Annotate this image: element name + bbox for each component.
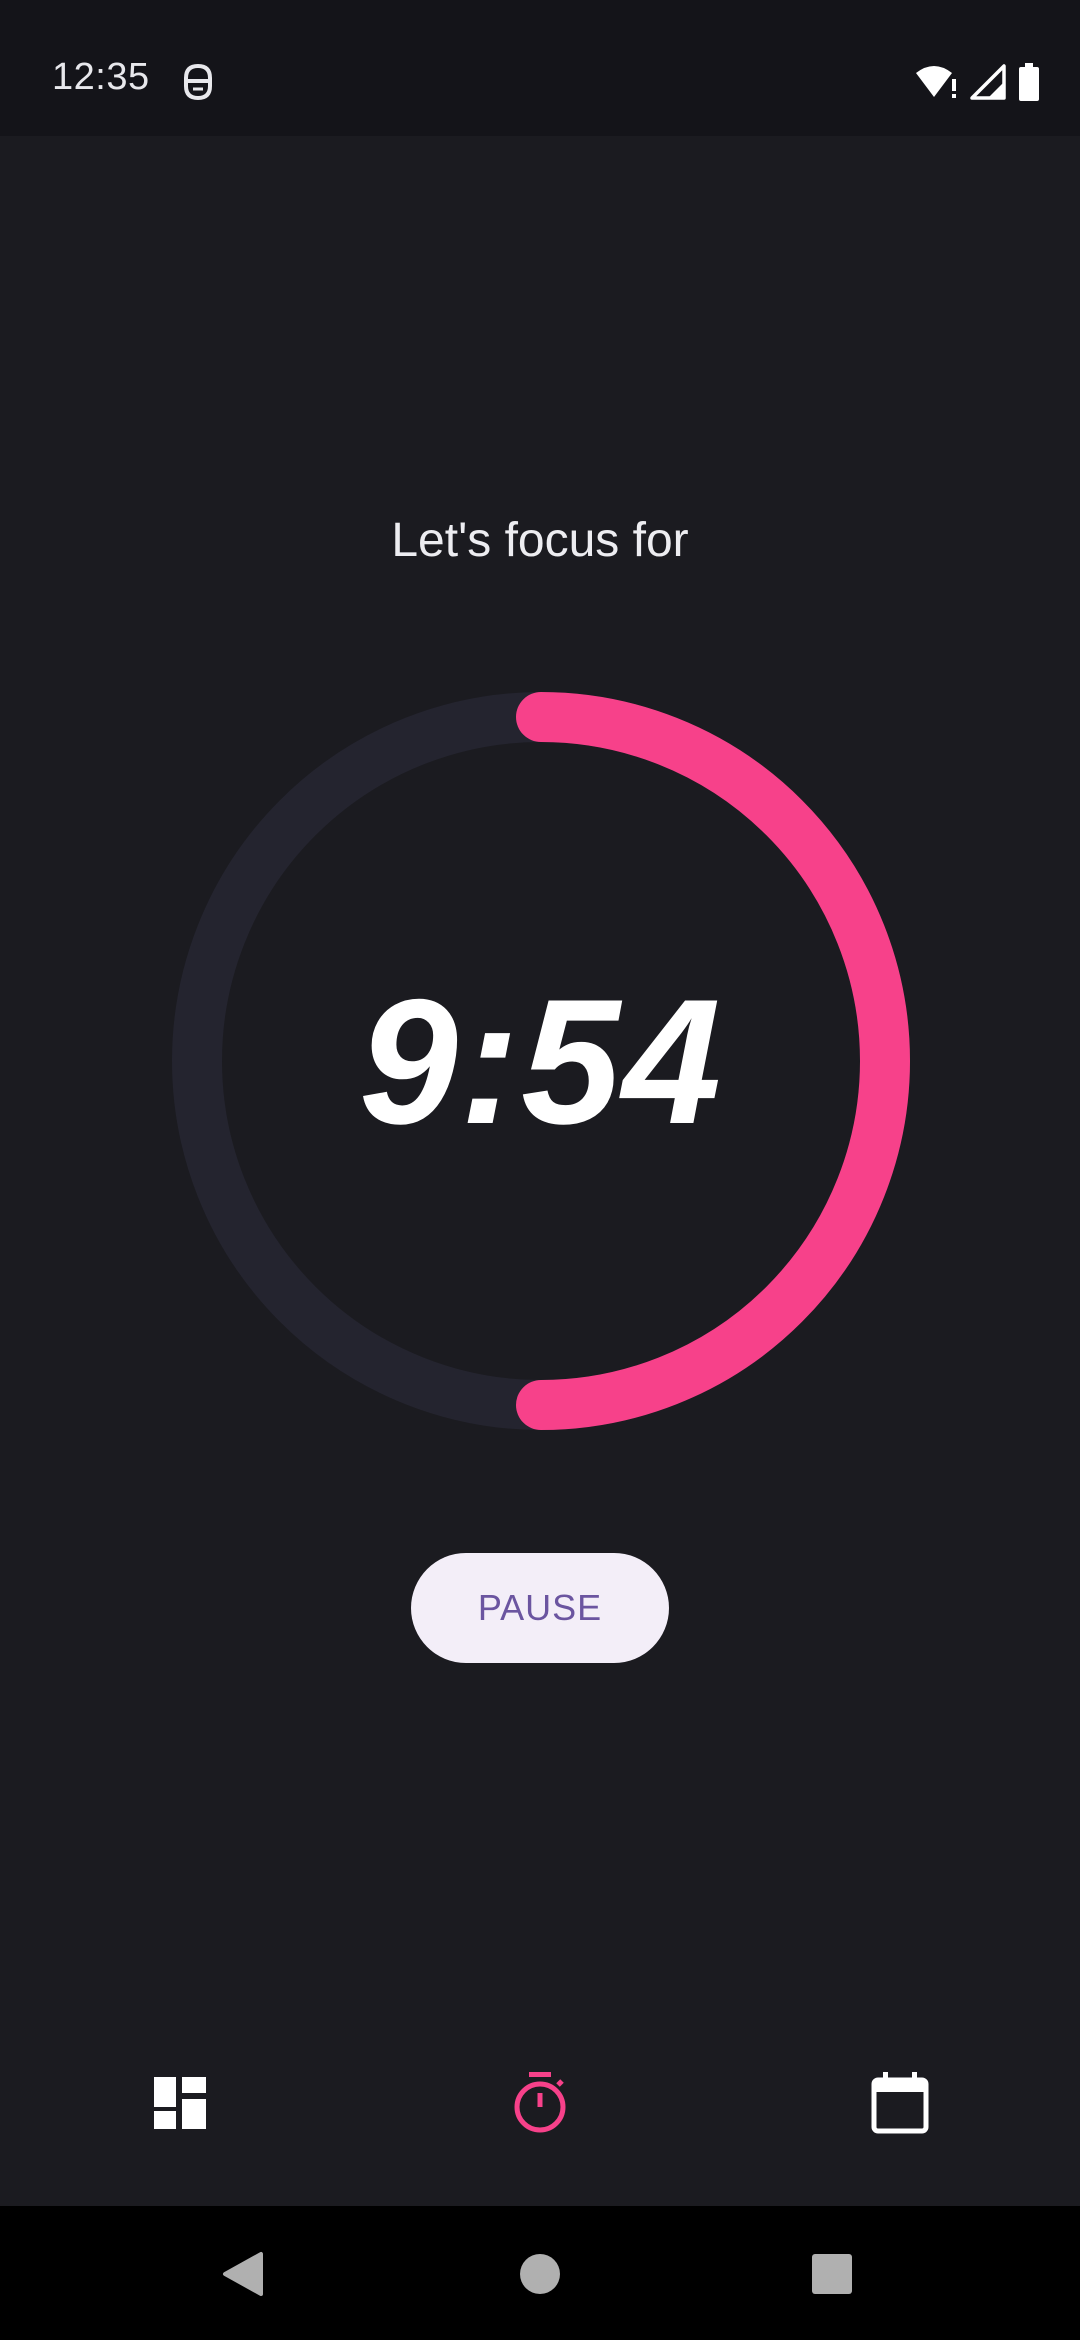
- system-navigation-bar: [0, 2206, 1080, 2340]
- timer-icon: [512, 2072, 568, 2134]
- home-icon: [518, 2252, 562, 2301]
- timer-ring: 9:54: [172, 692, 910, 1430]
- status-icons: [914, 60, 1040, 104]
- back-button[interactable]: [193, 2226, 293, 2326]
- robot-face-icon: [180, 62, 216, 102]
- calendar-icon: [871, 2072, 929, 2134]
- nav-dashboard[interactable]: [90, 2020, 270, 2186]
- home-button[interactable]: [490, 2226, 590, 2326]
- focus-screen: 12:35 Let's focus for 9:54 PAUSE: [0, 0, 1080, 2340]
- bottom-navigation: [0, 2020, 1080, 2186]
- nav-timer[interactable]: [450, 2020, 630, 2186]
- focus-title: Let's focus for: [391, 514, 689, 567]
- timer-display: 9:54: [358, 961, 724, 1161]
- status-time: 12:35: [52, 56, 150, 98]
- nav-calendar[interactable]: [810, 2020, 990, 2186]
- wifi-alert-icon: [914, 63, 958, 101]
- battery-icon: [1018, 63, 1040, 101]
- recents-icon: [811, 2253, 853, 2300]
- dashboard-icon: [154, 2077, 206, 2129]
- back-icon: [221, 2250, 265, 2303]
- pause-button[interactable]: PAUSE: [411, 1553, 669, 1663]
- status-bar: 12:35: [0, 0, 1080, 136]
- cell-signal-icon: [970, 64, 1006, 100]
- recents-button[interactable]: [782, 2226, 882, 2326]
